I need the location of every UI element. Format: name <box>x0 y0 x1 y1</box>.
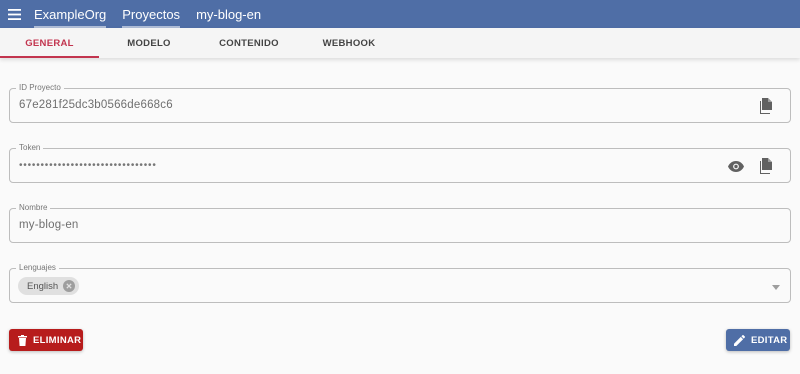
breadcrumb-org[interactable]: ExampleOrg <box>28 0 112 28</box>
project-id-value: 67e281f25dc3b0566de668c6 <box>19 99 173 111</box>
tab-general[interactable]: GENERAL <box>0 28 99 58</box>
languages-field[interactable]: Lenguajes English <box>9 263 791 303</box>
close-circle-icon[interactable] <box>63 280 76 292</box>
breadcrumb-current-project: my-blog-en <box>196 6 262 22</box>
delete-button-label: ELIMINAR <box>33 334 82 346</box>
name-field[interactable]: Nombre my-blog-en <box>9 203 791 243</box>
app-bar: ExampleOrg Proyectos my-blog-en <box>0 0 800 28</box>
breadcrumb-projects[interactable]: Proyectos <box>116 0 186 28</box>
project-id-label: ID Proyecto <box>16 83 64 93</box>
edit-button[interactable]: EDITAR <box>726 329 790 351</box>
name-label: Nombre <box>16 203 51 213</box>
language-chip-label: English <box>27 280 59 292</box>
eye-icon[interactable] <box>727 157 745 175</box>
chevron-down-icon[interactable] <box>772 283 780 291</box>
tab-webhook[interactable]: WEBHOOK <box>299 28 399 58</box>
tab-modelo[interactable]: MODELO <box>99 28 199 58</box>
copy-icon[interactable] <box>758 157 776 175</box>
name-value: my-blog-en <box>19 219 79 231</box>
delete-button[interactable]: ELIMINAR <box>9 329 83 351</box>
tab-contenido[interactable]: CONTENIDO <box>199 28 299 58</box>
project-id-field[interactable]: ID Proyecto 67e281f25dc3b0566de668c6 <box>9 83 791 123</box>
languages-label: Lenguajes <box>16 263 59 273</box>
tab-bar: GENERAL MODELO CONTENIDO WEBHOOK <box>0 28 800 58</box>
edit-button-label: EDITAR <box>751 334 788 346</box>
language-chip: English <box>18 277 80 295</box>
token-label: Token <box>16 143 44 153</box>
copy-icon[interactable] <box>758 97 776 115</box>
token-value: •••••••••••••••••••••••••••••••• <box>19 160 157 171</box>
token-field[interactable]: Token •••••••••••••••••••••••••••••••• <box>9 143 791 183</box>
pencil-icon <box>734 334 745 346</box>
menu-icon[interactable] <box>0 0 28 28</box>
trash-icon <box>18 334 27 346</box>
